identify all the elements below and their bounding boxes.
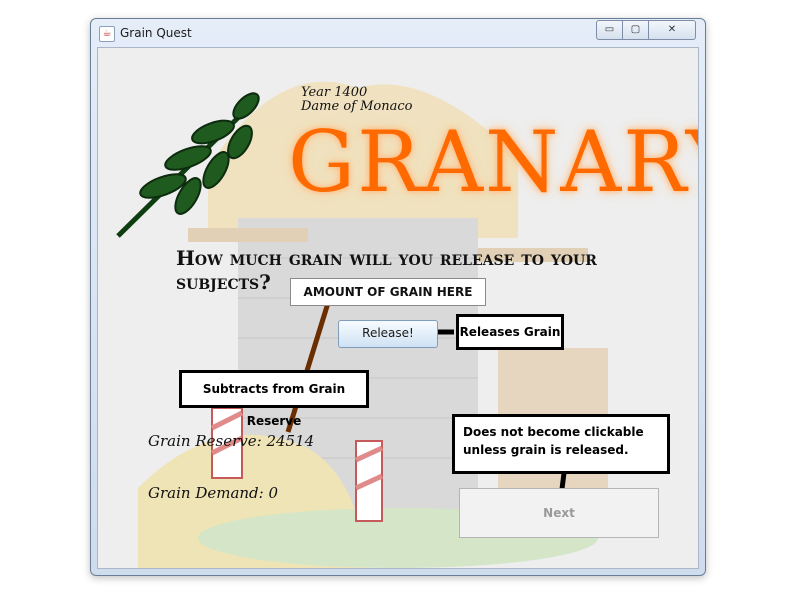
minimize-button[interactable]: ▭ [596, 20, 623, 40]
grain-demand-value: 0 [268, 484, 279, 502]
app-icon: ☕ [99, 26, 115, 42]
grain-reserve-label: Grain Reserve: [148, 432, 262, 450]
close-button[interactable]: ✕ [648, 20, 696, 40]
maximize-button[interactable]: ▢ [622, 20, 649, 40]
post-right [354, 440, 384, 522]
release-button[interactable]: Release! [338, 320, 438, 348]
title-bar[interactable]: ☕ Grain Quest ▭ ▢ ✕ [91, 19, 705, 47]
maximize-icon: ▢ [630, 24, 641, 35]
game-panel: Year 1400 Dame of Monaco GRANARY How muc… [97, 47, 699, 569]
app-window: ☕ Grain Quest ▭ ▢ ✕ Year 1400 Dame of Mo… [90, 18, 706, 576]
game-title: GRANARY [288, 113, 699, 211]
grain-reserve: Grain Reserve: 24514 [148, 432, 314, 450]
grain-demand: Grain Demand: 0 [148, 484, 278, 502]
minimize-icon: ▭ [604, 24, 615, 35]
grain-reserve-value: 24514 [266, 432, 315, 450]
era-info: Year 1400 Dame of Monaco [301, 86, 412, 114]
next-callout: Does not become clickable unless grain i… [452, 414, 670, 474]
grain-demand-label: Grain Demand: [148, 484, 264, 502]
window-title: Grain Quest [120, 26, 192, 40]
grain-amount-input[interactable]: AMOUNT OF GRAIN HERE [290, 278, 486, 306]
close-icon: ✕ [667, 24, 677, 35]
year-label: Year 1400 [301, 85, 368, 100]
next-button[interactable]: Next [459, 488, 659, 538]
wheat-icon [116, 92, 260, 238]
next-connector [559, 472, 567, 490]
release-callout: Releases Grain [456, 314, 564, 350]
ruler-label: Dame of Monaco [301, 99, 413, 114]
subtract-callout: Subtracts from Grain Reserve [179, 370, 369, 428]
